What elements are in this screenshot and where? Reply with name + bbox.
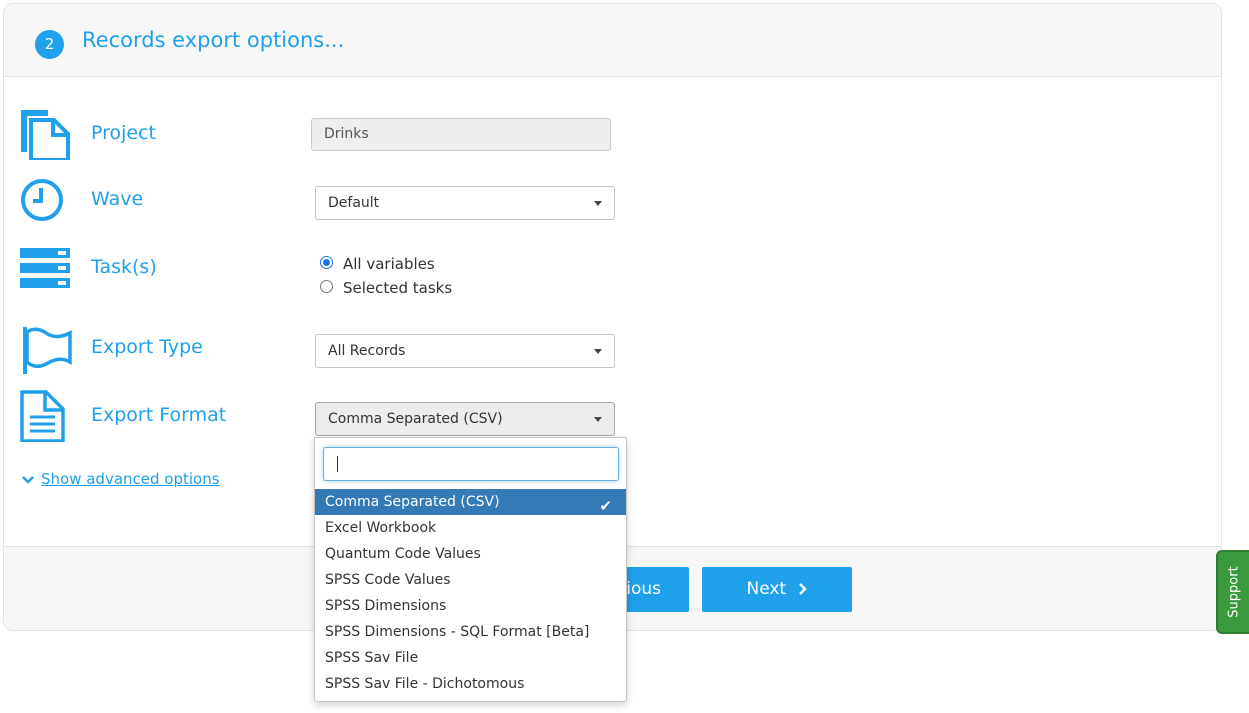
dropdown-search-input[interactable] (323, 447, 619, 481)
export-type-select[interactable]: All Records (315, 334, 615, 368)
radio-label: All variables (343, 255, 435, 273)
clock-icon (21, 179, 63, 221)
option-label: Quantum Code Values (325, 546, 481, 562)
text-cursor (337, 456, 338, 472)
wave-label: Wave (91, 188, 144, 210)
export-type-value: All Records (328, 343, 406, 359)
option-label: SPSS Sav File - Dichotomous (325, 676, 525, 692)
step-badge: 2 (35, 30, 64, 59)
option-label: Excel Workbook (325, 520, 437, 536)
export-format-dropdown: Comma Separated (CSV) ✔ Excel Workbook Q… (314, 437, 627, 702)
dropdown-option[interactable]: SPSS Sav File (315, 645, 626, 671)
support-label: Support (1226, 566, 1241, 618)
chevron-down-icon (594, 201, 602, 206)
advanced-options-label: Show advanced options (41, 470, 220, 488)
radio-button-checked[interactable] (320, 256, 333, 269)
chevron-down-icon (594, 349, 602, 354)
chevron-down-icon (594, 417, 602, 422)
show-advanced-options-link[interactable]: Show advanced options (21, 470, 220, 488)
export-format-label: Export Format (91, 404, 227, 426)
dropdown-option[interactable]: SPSS Dimensions (315, 593, 626, 619)
dropdown-option[interactable]: Excel Workbook (315, 515, 626, 541)
project-label: Project (91, 122, 157, 144)
project-document-icon (21, 110, 70, 160)
radio-button[interactable] (320, 280, 333, 293)
wave-select[interactable]: Default (315, 186, 615, 220)
radio-selected-tasks[interactable]: Selected tasks (320, 278, 452, 298)
support-tab[interactable]: Support (1216, 550, 1249, 634)
file-text-icon (20, 390, 65, 442)
next-button-label: Next (746, 579, 787, 599)
next-button[interactable]: Next (702, 567, 852, 612)
server-list-icon (20, 248, 70, 288)
dropdown-options-list: Comma Separated (CSV) ✔ Excel Workbook Q… (315, 489, 626, 697)
option-label: SPSS Dimensions (325, 598, 447, 614)
card-header: 2 Records export options... (4, 4, 1221, 77)
dropdown-option[interactable]: Comma Separated (CSV) ✔ (315, 489, 626, 515)
dropdown-option[interactable]: SPSS Code Values (315, 567, 626, 593)
flag-icon (23, 327, 72, 374)
option-label: SPSS Sav File (325, 650, 419, 666)
dropdown-option[interactable]: SPSS Dimensions - SQL Format [Beta] (315, 619, 626, 645)
export-type-label: Export Type (91, 336, 203, 358)
project-field: Drinks (311, 118, 611, 151)
option-label: Comma Separated (CSV) (325, 494, 500, 510)
export-format-select[interactable]: Comma Separated (CSV) (315, 402, 615, 436)
tasks-label: Task(s) (91, 256, 157, 278)
page-title: Records export options... (82, 28, 345, 52)
option-label: SPSS Dimensions - SQL Format [Beta] (325, 624, 590, 640)
chevron-down-icon (22, 475, 34, 484)
radio-all-variables[interactable]: All variables (320, 254, 435, 274)
dropdown-option[interactable]: Quantum Code Values (315, 541, 626, 567)
radio-label: Selected tasks (343, 279, 453, 297)
dropdown-option[interactable]: SPSS Sav File - Dichotomous (315, 671, 626, 697)
previous-button-label: ious (626, 579, 661, 599)
chevron-right-icon (798, 583, 807, 595)
option-label: SPSS Code Values (325, 572, 451, 588)
wave-select-value: Default (328, 195, 380, 211)
export-format-value: Comma Separated (CSV) (328, 411, 503, 427)
